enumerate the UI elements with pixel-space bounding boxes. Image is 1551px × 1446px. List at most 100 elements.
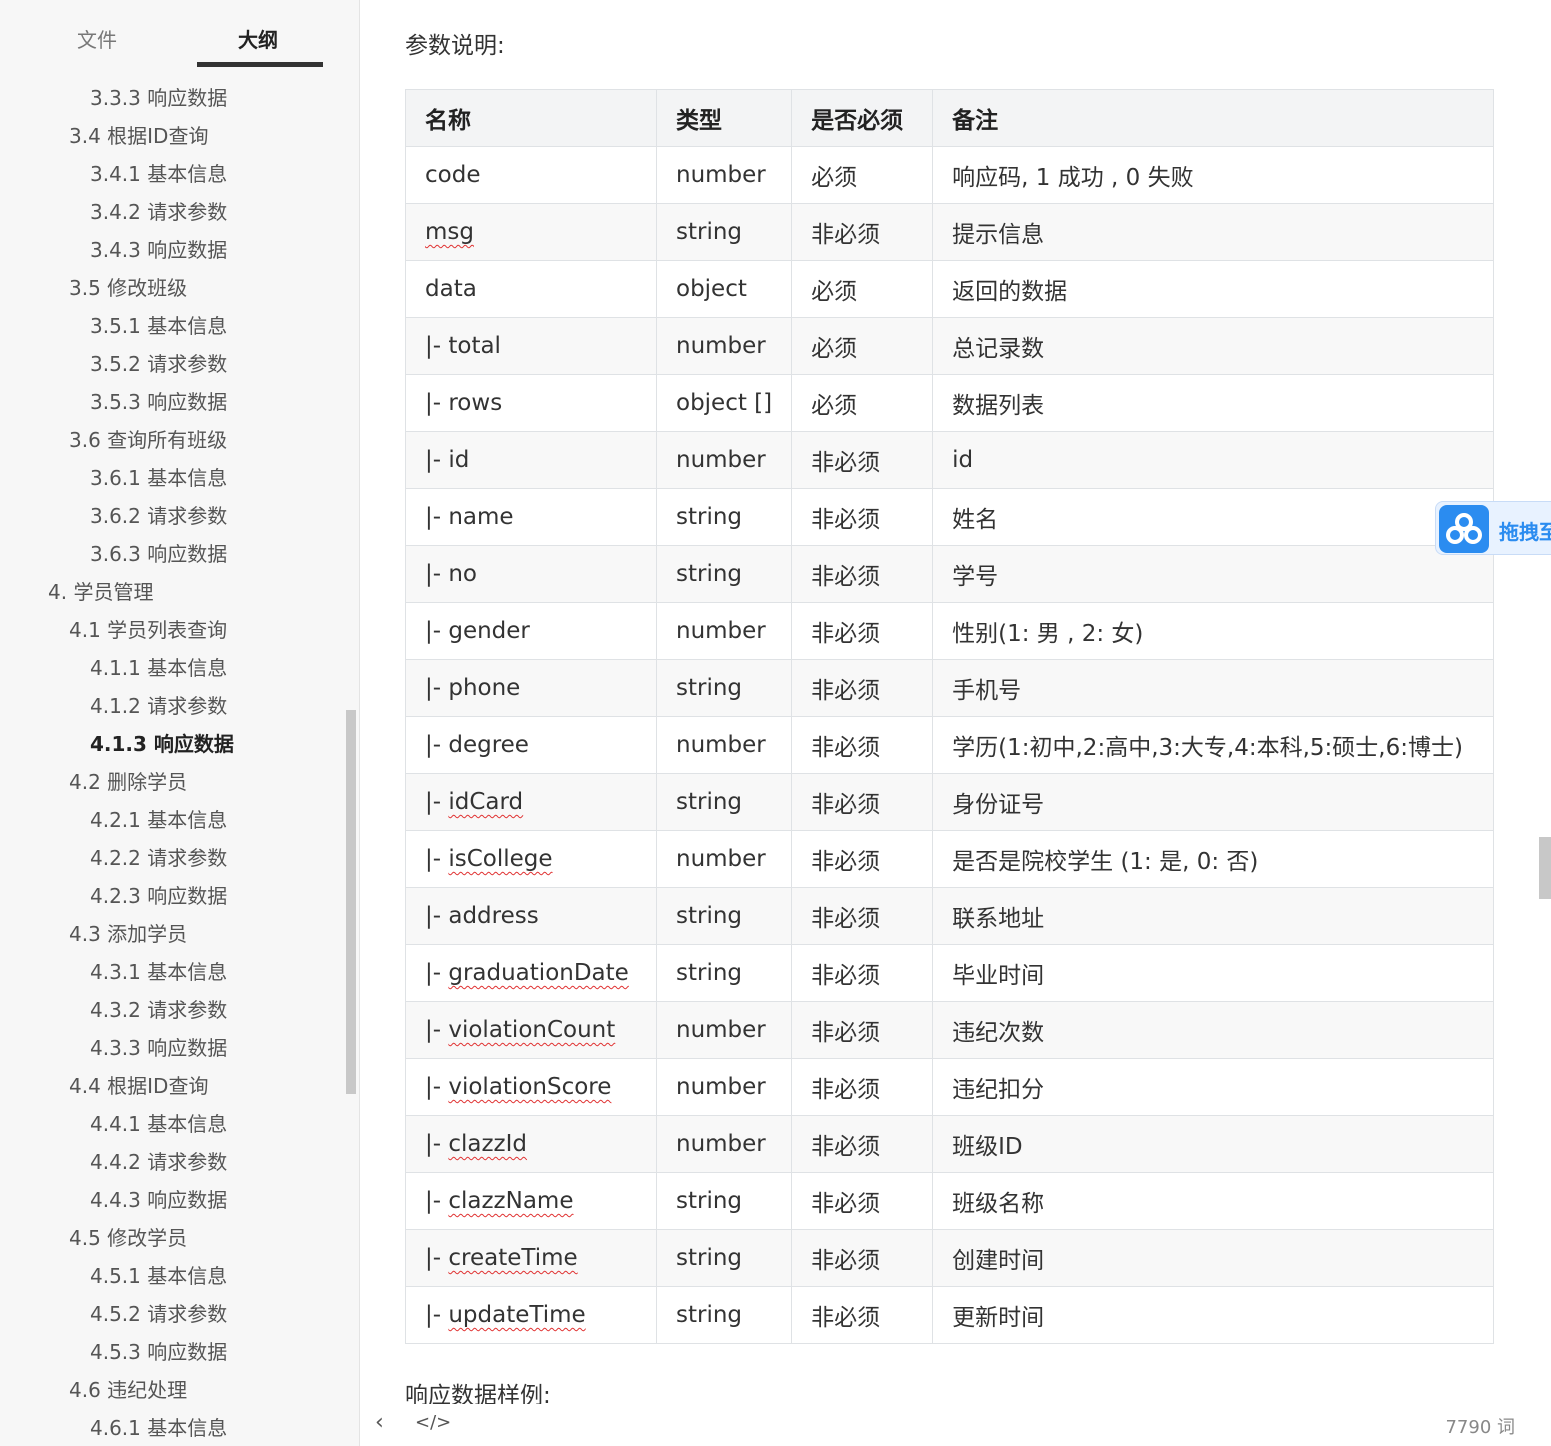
- outline-item[interactable]: 4.3.1 基本信息: [0, 953, 345, 991]
- cell-name[interactable]: |- name: [405, 488, 657, 546]
- word-count[interactable]: 7790 词: [1445, 1413, 1515, 1439]
- outline-item[interactable]: 4.1.1 基本信息: [0, 649, 345, 687]
- cell-name[interactable]: code: [405, 146, 657, 204]
- cell-type[interactable]: string: [655, 203, 793, 261]
- cell-note[interactable]: 响应码, 1 成功 , 0 失败: [932, 146, 1494, 204]
- cell-name[interactable]: |- isCollege: [405, 830, 657, 888]
- outline-item[interactable]: 3.4 根据ID查询: [0, 117, 345, 155]
- cell-required[interactable]: 必须: [791, 260, 934, 318]
- cell-type[interactable]: string: [655, 1172, 793, 1230]
- outline-item[interactable]: 4.5.2 请求参数: [0, 1295, 345, 1333]
- outline-item[interactable]: 3.5.3 响应数据: [0, 383, 345, 421]
- cell-required[interactable]: 非必须: [791, 431, 934, 489]
- cell-name[interactable]: data: [405, 260, 657, 318]
- outline-item[interactable]: 4.4.1 基本信息: [0, 1105, 345, 1143]
- cell-name[interactable]: |- degree: [405, 716, 657, 774]
- cell-required[interactable]: 非必须: [791, 488, 934, 546]
- cell-type[interactable]: string: [655, 1229, 793, 1287]
- outline-item[interactable]: 3.5 修改班级: [0, 269, 345, 307]
- cell-name[interactable]: |- id: [405, 431, 657, 489]
- cell-type[interactable]: number: [655, 317, 793, 375]
- cell-note[interactable]: 违纪扣分: [932, 1058, 1494, 1116]
- cell-note[interactable]: 是否是院校学生 (1: 是, 0: 否): [932, 830, 1494, 888]
- outline-item[interactable]: 4.6.1 基本信息: [0, 1409, 345, 1446]
- cell-required[interactable]: 必须: [791, 146, 934, 204]
- outline-item[interactable]: 4.2.2 请求参数: [0, 839, 345, 877]
- sidebar-scrollbar[interactable]: [346, 710, 356, 1094]
- cell-required[interactable]: 非必须: [791, 1286, 934, 1344]
- outline-item[interactable]: 4.1.2 请求参数: [0, 687, 345, 725]
- tab-files[interactable]: 文件: [77, 24, 117, 53]
- cell-type[interactable]: object: [655, 260, 793, 318]
- tab-outline[interactable]: 大纲: [238, 24, 278, 53]
- outline-item[interactable]: 3.6.3 响应数据: [0, 535, 345, 573]
- cell-required[interactable]: 非必须: [791, 1115, 934, 1173]
- outline-item[interactable]: 4.5 修改学员: [0, 1219, 345, 1257]
- source-code-icon[interactable]: </>: [415, 1412, 451, 1433]
- outline-item[interactable]: 4.4.2 请求参数: [0, 1143, 345, 1181]
- editor-scrollbar[interactable]: [1539, 837, 1551, 899]
- drag-upload-widget[interactable]: 拖拽至: [1435, 501, 1551, 555]
- cell-required[interactable]: 必须: [791, 374, 934, 432]
- cell-type[interactable]: number: [655, 1001, 793, 1059]
- outline-item[interactable]: 3.5.1 基本信息: [0, 307, 345, 345]
- cell-note[interactable]: 毕业时间: [932, 944, 1494, 1002]
- cell-required[interactable]: 非必须: [791, 1058, 934, 1116]
- cell-type[interactable]: number: [655, 431, 793, 489]
- cell-required[interactable]: 非必须: [791, 1229, 934, 1287]
- cell-note[interactable]: 联系地址: [932, 887, 1494, 945]
- outline-item[interactable]: 4.2.3 响应数据: [0, 877, 345, 915]
- cell-type[interactable]: number: [655, 716, 793, 774]
- outline-item[interactable]: 4.4.3 响应数据: [0, 1181, 345, 1219]
- cell-required[interactable]: 非必须: [791, 545, 934, 603]
- cell-name[interactable]: |- clazzId: [405, 1115, 657, 1173]
- cell-name[interactable]: |- gender: [405, 602, 657, 660]
- cell-name[interactable]: |- createTime: [405, 1229, 657, 1287]
- cell-note[interactable]: id: [932, 431, 1494, 489]
- outline-item[interactable]: 4.3 添加学员: [0, 915, 345, 953]
- cell-required[interactable]: 非必须: [791, 1001, 934, 1059]
- outline-item[interactable]: 3.4.1 基本信息: [0, 155, 345, 193]
- cell-note[interactable]: 班级名称: [932, 1172, 1494, 1230]
- outline-item[interactable]: 4.2 删除学员: [0, 763, 345, 801]
- cell-type[interactable]: number: [655, 1058, 793, 1116]
- cell-required[interactable]: 非必须: [791, 602, 934, 660]
- cell-note[interactable]: 学号: [932, 545, 1494, 603]
- cell-note[interactable]: 数据列表: [932, 374, 1494, 432]
- cell-name[interactable]: |- violationScore: [405, 1058, 657, 1116]
- outline-item[interactable]: 4.3.2 请求参数: [0, 991, 345, 1029]
- cell-required[interactable]: 必须: [791, 317, 934, 375]
- cell-note[interactable]: 手机号: [932, 659, 1494, 717]
- outline-item[interactable]: 3.3.3 响应数据: [0, 79, 345, 117]
- cell-note[interactable]: 身份证号: [932, 773, 1494, 831]
- cell-note[interactable]: 总记录数: [932, 317, 1494, 375]
- cell-required[interactable]: 非必须: [791, 1172, 934, 1230]
- cell-type[interactable]: string: [655, 1286, 793, 1344]
- cell-type[interactable]: string: [655, 944, 793, 1002]
- outline-item[interactable]: 3.6 查询所有班级: [0, 421, 345, 459]
- outline-item[interactable]: 4.1.3 响应数据: [0, 725, 345, 763]
- cell-note[interactable]: 返回的数据: [932, 260, 1494, 318]
- cell-note[interactable]: 违纪次数: [932, 1001, 1494, 1059]
- cell-type[interactable]: number: [655, 602, 793, 660]
- cell-type[interactable]: number: [655, 1115, 793, 1173]
- cell-note[interactable]: 创建时间: [932, 1229, 1494, 1287]
- cell-name[interactable]: |- violationCount: [405, 1001, 657, 1059]
- cell-type[interactable]: string: [655, 887, 793, 945]
- cell-type[interactable]: string: [655, 659, 793, 717]
- cell-note[interactable]: 学历(1:初中,2:高中,3:大专,4:本科,5:硕士,6:博士): [932, 716, 1494, 774]
- cell-note[interactable]: 性别(1: 男 , 2: 女): [932, 602, 1494, 660]
- cell-name[interactable]: |- rows: [405, 374, 657, 432]
- outline-item[interactable]: 4.5.1 基本信息: [0, 1257, 345, 1295]
- cell-required[interactable]: 非必须: [791, 887, 934, 945]
- outline-item[interactable]: 3.5.2 请求参数: [0, 345, 345, 383]
- cell-name[interactable]: |- updateTime: [405, 1286, 657, 1344]
- cell-required[interactable]: 非必须: [791, 716, 934, 774]
- cell-required[interactable]: 非必须: [791, 773, 934, 831]
- outline-item[interactable]: 4.6 违纪处理: [0, 1371, 345, 1409]
- cell-type[interactable]: string: [655, 488, 793, 546]
- cell-type[interactable]: object []: [655, 374, 793, 432]
- cell-name[interactable]: msg: [405, 203, 657, 261]
- cell-name[interactable]: |- no: [405, 545, 657, 603]
- cell-required[interactable]: 非必须: [791, 203, 934, 261]
